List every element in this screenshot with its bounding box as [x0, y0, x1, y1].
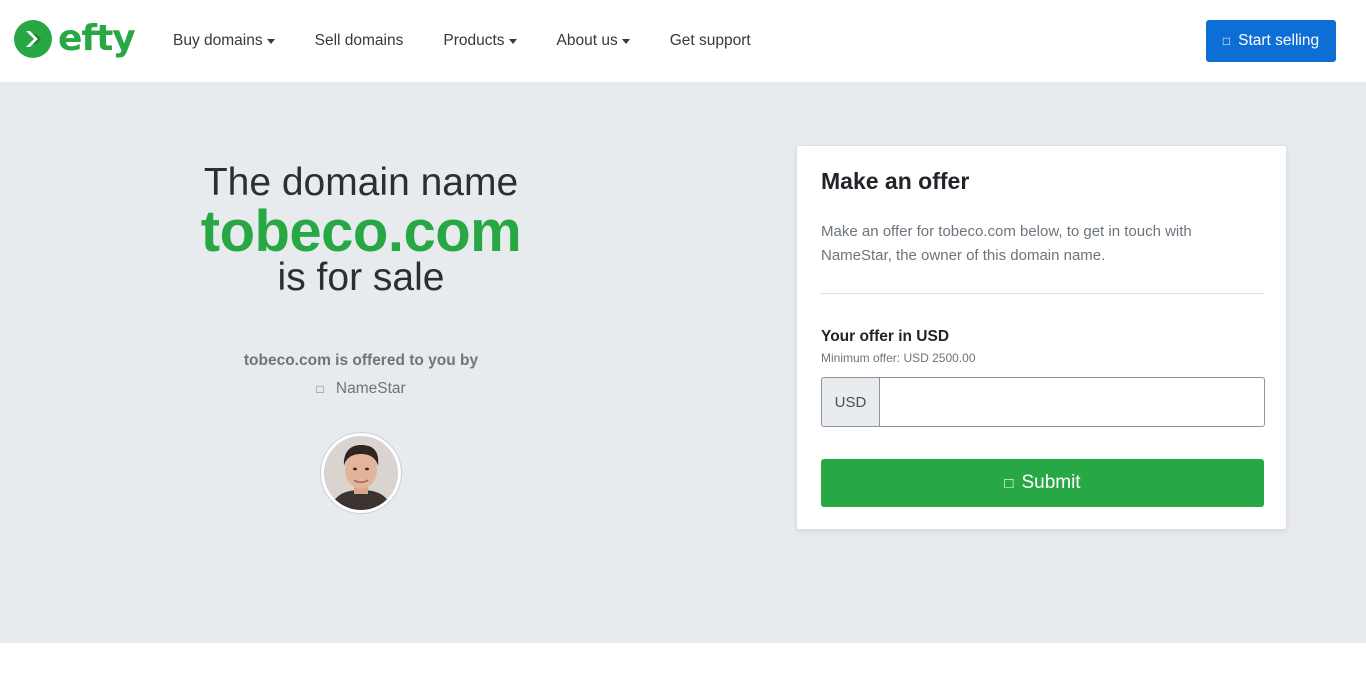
send-icon: □ — [1004, 474, 1014, 492]
user-plus-icon: □ — [1222, 34, 1231, 48]
nav-get-support-label: Get support — [669, 32, 751, 49]
offered-by-text: tobeco.com is offered to you by — [243, 352, 479, 369]
start-selling-label: Start selling — [1238, 32, 1320, 49]
offer-amount-input[interactable] — [880, 377, 1265, 427]
nav-buy-domains[interactable]: Buy domains — [153, 32, 295, 50]
chevron-down-icon — [621, 39, 630, 44]
headline-tail: is for sale — [277, 256, 445, 299]
domain-info: The domain name tobeco.com is for sale t… — [0, 82, 722, 643]
nav-products[interactable]: Products — [423, 32, 536, 50]
nav-about-us[interactable]: About us — [537, 32, 650, 50]
efty-logo[interactable]: efty — [14, 18, 136, 59]
start-selling-button[interactable]: □ Start selling — [1206, 20, 1336, 62]
make-offer-card: Make an offer Make an offer for tobeco.c… — [796, 145, 1287, 530]
top-navbar: efty Buy domains Sell domains Products A… — [0, 0, 1366, 82]
make-offer-description: Make an offer for tobeco.com below, to g… — [821, 223, 1192, 264]
offer-amount-label: Your offer in USD — [821, 328, 950, 345]
currency-addon: USD — [821, 377, 880, 427]
efty-logo-mark-icon — [14, 20, 52, 58]
main-nav: Buy domains Sell domains Products About … — [153, 0, 771, 82]
hero-section: The domain name tobeco.com is for sale t… — [0, 82, 1366, 643]
nav-sell-domains[interactable]: Sell domains — [295, 32, 424, 50]
card-divider — [820, 293, 1265, 294]
nav-buy-domains-label: Buy domains — [173, 32, 263, 49]
user-icon: □ — [316, 382, 324, 396]
chevron-down-icon — [266, 39, 275, 44]
seller-name: NameStar — [335, 380, 406, 397]
make-offer-title: Make an offer — [821, 168, 970, 194]
seller-link[interactable]: □ NameStar — [0, 380, 722, 398]
efty-logo-text: efty — [58, 18, 136, 59]
submit-label: Submit — [1021, 472, 1081, 493]
submit-offer-button[interactable]: □ Submit — [821, 459, 1264, 507]
offer-input-group: USD — [821, 377, 1265, 427]
nav-sell-domains-label: Sell domains — [314, 32, 404, 49]
domain-name-heading: tobeco.com — [200, 199, 522, 264]
nav-get-support[interactable]: Get support — [650, 32, 771, 50]
seller-avatar — [321, 433, 401, 513]
minimum-offer-text: Minimum offer: USD 2500.00 — [821, 351, 976, 365]
nav-products-label: Products — [443, 32, 505, 49]
nav-about-us-label: About us — [556, 32, 618, 49]
chevron-down-icon — [508, 39, 517, 44]
